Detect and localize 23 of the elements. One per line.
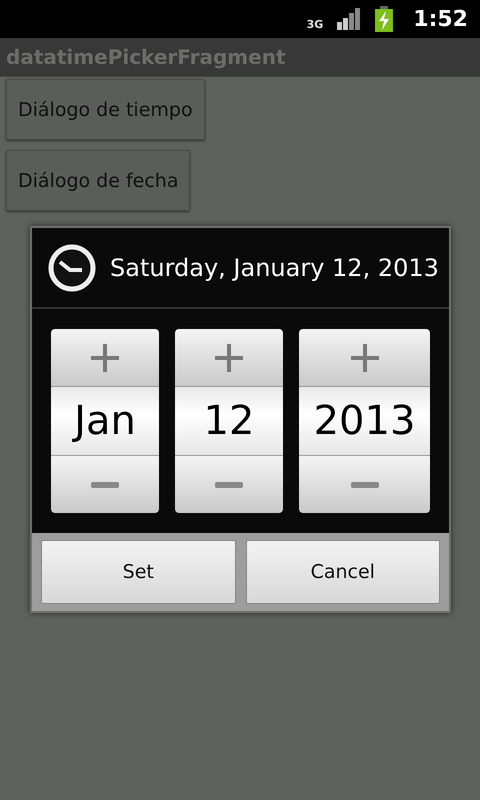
- decrement-button[interactable]: [299, 456, 430, 514]
- plus-icon: [91, 344, 119, 372]
- clock-time: 1:52: [413, 6, 468, 32]
- plus-icon: [215, 344, 243, 372]
- dialog-title: Saturday, January 12, 2013: [110, 254, 439, 282]
- spinner-value[interactable]: 12: [175, 386, 283, 456]
- minus-icon: [215, 482, 243, 488]
- spinner-value[interactable]: Jan: [51, 386, 159, 456]
- plus-icon: [350, 344, 378, 372]
- decrement-button[interactable]: [175, 456, 283, 514]
- minus-icon: [350, 482, 378, 488]
- increment-button[interactable]: [299, 329, 430, 386]
- decrement-button[interactable]: [51, 456, 159, 514]
- network-type: 3G: [306, 18, 324, 30]
- dialog-action-button[interactable]: Cancel: [246, 540, 440, 604]
- dialog-action-button[interactable]: Set: [41, 540, 236, 604]
- signal-icon: [337, 8, 362, 30]
- battery-charging-icon: [375, 6, 394, 32]
- minus-icon: [91, 482, 119, 488]
- increment-button[interactable]: [175, 329, 283, 386]
- spinner-value[interactable]: 2013: [299, 386, 430, 456]
- clock-icon: [48, 244, 96, 292]
- increment-button[interactable]: [51, 329, 159, 386]
